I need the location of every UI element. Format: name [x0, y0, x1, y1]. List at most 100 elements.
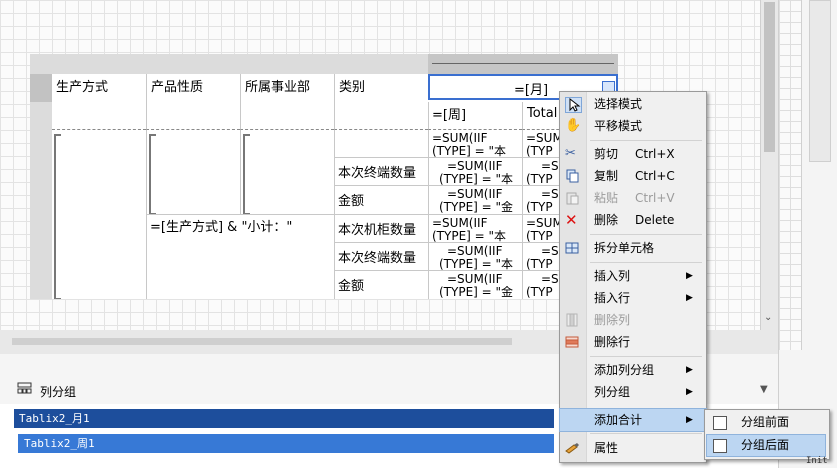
menu-item-column-group[interactable]: 列分组 ▶	[560, 381, 706, 403]
category-cell-blank[interactable]	[334, 129, 428, 157]
submenu-arrow-icon: ▶	[686, 365, 693, 375]
header-cell-category[interactable]: 类别	[334, 74, 428, 129]
chevron-down-icon[interactable]: ▼	[760, 384, 768, 395]
formula-cell[interactable]: =SUM(IIF (TYPE] = "本	[428, 214, 522, 242]
vertical-scrollbar[interactable]: ⌄	[760, 0, 778, 330]
add-total-submenu: 分组前面 分组后面	[704, 409, 830, 460]
menu-item-shortcut: Ctrl+C	[635, 169, 675, 183]
menu-item-delete-column[interactable]: 删除列	[560, 309, 706, 331]
formula-line: (TYPE] = "本	[432, 230, 507, 242]
delete-icon: ✕	[565, 211, 578, 229]
menu-item-select-mode[interactable]: 选择模式	[560, 93, 706, 115]
menu-separator	[590, 433, 702, 434]
scrollbar-thumb[interactable]	[764, 2, 775, 152]
formula-line: (TYP	[526, 173, 553, 185]
menu-item-insert-row[interactable]: 插入行 ▶	[560, 287, 706, 309]
table-icon	[713, 439, 727, 453]
submenu-item-label: 分组后面	[741, 438, 790, 452]
formula-line: (TYP	[526, 230, 553, 242]
category-cell[interactable]: 本次终端数量	[334, 157, 428, 185]
subtotal-label-cell[interactable]: =[生产方式] & "小计："	[146, 214, 334, 299]
group-bracket	[149, 134, 156, 214]
formula-line: (TYPE] = "本	[439, 173, 514, 185]
category-cell[interactable]: 本次终端数量	[334, 242, 428, 270]
formula-line: =SUM	[526, 132, 563, 145]
formula-line: (TYP	[526, 258, 553, 270]
menu-item-shortcut: Delete	[635, 213, 675, 227]
group-cell-division[interactable]	[240, 129, 334, 214]
group-cell-production-method[interactable]	[52, 129, 146, 299]
menu-item-label: 平移模式	[594, 119, 643, 133]
panel-scrollbar[interactable]	[809, 0, 831, 162]
chevron-down-icon[interactable]: ⌄	[764, 312, 772, 323]
pointer-icon	[565, 97, 582, 113]
formula-line: =S	[541, 273, 559, 286]
column-handle-bar[interactable]	[30, 54, 618, 74]
formula-line: (TYP	[526, 286, 553, 299]
menu-separator	[590, 262, 702, 263]
menu-item-shortcut: Ctrl+V	[635, 191, 675, 205]
copy-icon	[566, 169, 579, 183]
header-cell-production-method[interactable]: 生产方式	[52, 74, 146, 129]
group-row-week[interactable]: Tablix2_周1	[18, 434, 554, 453]
formula-cell[interactable]: =SUM(IIF (TYPE] = "金	[428, 270, 522, 299]
menu-item-add-column-group[interactable]: 添加列分组 ▶	[560, 359, 706, 381]
hand-icon: ✋	[565, 118, 582, 133]
formula-cell[interactable]: =SUM(IIF (TYPE] = "本	[428, 129, 522, 157]
formula-line: =SUM(IIF	[447, 245, 503, 258]
menu-item-delete[interactable]: ✕ 删除 Delete	[560, 209, 706, 231]
properties-icon	[565, 443, 579, 454]
formula-cell[interactable]: =SUM(IIF (TYPE] = "本	[428, 242, 522, 270]
menu-item-label: 属性	[594, 441, 619, 455]
formula-line: =S	[541, 160, 559, 173]
menu-item-label: 添加合计	[594, 413, 643, 427]
menu-item-copy[interactable]: 复制 Ctrl+C	[560, 165, 706, 187]
category-cell[interactable]: 金额	[334, 270, 428, 299]
menu-item-label: 删除列	[594, 313, 631, 327]
menu-item-shortcut: Ctrl+X	[635, 147, 675, 161]
category-cell[interactable]: 金额	[334, 185, 428, 214]
menu-item-label: 插入行	[594, 291, 631, 305]
submenu-item-label: 分组前面	[741, 415, 790, 429]
formula-line: =SUM(IIF	[447, 273, 503, 286]
scissors-icon: ✂	[565, 146, 576, 161]
header-cell-product-nature[interactable]: 产品性质	[146, 74, 240, 129]
right-panel: +	[757, 0, 837, 468]
menu-separator	[590, 140, 702, 141]
header-cell-division[interactable]: 所属事业部	[240, 74, 334, 129]
menu-item-cut[interactable]: ✂ 剪切 Ctrl+X	[560, 143, 706, 165]
menu-separator	[590, 234, 702, 235]
menu-item-paste[interactable]: 粘贴 Ctrl+V	[560, 187, 706, 209]
menu-item-label: 拆分单元格	[594, 241, 655, 255]
column-handle-selected[interactable]	[428, 54, 618, 74]
menu-separator	[590, 356, 702, 357]
menu-item-label: 删除行	[594, 335, 631, 349]
formula-line: =SUM(IIF	[432, 217, 488, 230]
mini-design-grid	[779, 0, 802, 350]
formula-line: =S	[541, 188, 559, 201]
submenu-item-after-group[interactable]: 分组后面	[706, 434, 826, 457]
formula-line: =SUM(IIF	[432, 132, 488, 145]
formula-cell[interactable]: =SUM(IIF (TYPE] = "金	[428, 185, 522, 214]
menu-item-add-total[interactable]: 添加合计 ▶	[559, 408, 707, 432]
formula-cell[interactable]: =SUM(IIF (TYPE] = "本	[428, 157, 522, 185]
paste-icon	[566, 192, 579, 205]
row-handle-selected[interactable]	[30, 74, 52, 102]
menu-item-insert-column[interactable]: 插入列 ▶	[560, 265, 706, 287]
group-row-month[interactable]: Tablix2_月1	[14, 409, 554, 428]
group-cell-product-nature[interactable]	[146, 129, 240, 214]
row-handle-bar[interactable]	[30, 74, 52, 299]
column-groups-icon	[17, 382, 32, 394]
table-icon	[713, 416, 727, 430]
menu-item-pan-mode[interactable]: ✋ 平移模式	[560, 115, 706, 137]
category-cell[interactable]: 本次机柜数量	[334, 214, 428, 242]
menu-item-delete-row[interactable]: 删除行	[560, 331, 706, 353]
scrollbar-thumb[interactable]	[12, 338, 512, 345]
menu-item-split-cells[interactable]: 拆分单元格	[560, 237, 706, 259]
formula-line: =S	[541, 245, 559, 258]
submenu-item-before-group[interactable]: 分组前面	[707, 412, 825, 433]
menu-item-properties[interactable]: 属性	[560, 437, 706, 459]
split-cell-icon	[565, 242, 579, 254]
menu-item-label: 选择模式	[594, 97, 643, 111]
week-cell[interactable]: =[周]	[428, 102, 522, 129]
